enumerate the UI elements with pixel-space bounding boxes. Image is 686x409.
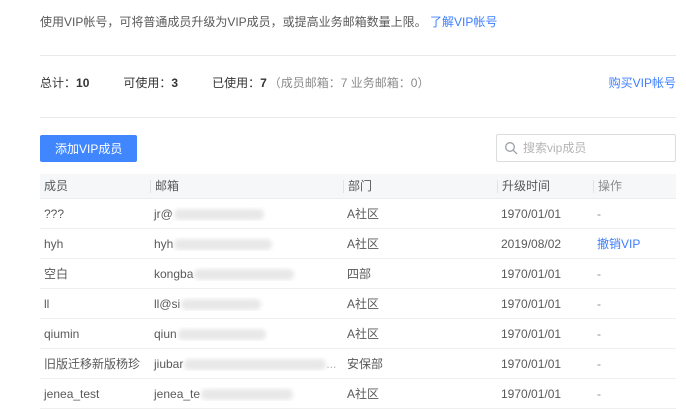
- col-email: 邮箱: [150, 180, 343, 193]
- row-action: -: [593, 387, 676, 401]
- redacted-email: [178, 329, 266, 340]
- upgrade-time: 1970/01/01: [497, 207, 593, 221]
- row-action[interactable]: 撤销VIP: [593, 235, 676, 252]
- member-name: jenea_test: [40, 387, 150, 401]
- col-dept: 部门: [343, 180, 497, 193]
- upgrade-time: 1970/01/01: [497, 267, 593, 281]
- col-member: 成员: [40, 180, 150, 193]
- search-icon: [504, 141, 518, 155]
- upgrade-time: 1970/01/01: [497, 327, 593, 341]
- member-dept: A社区: [343, 325, 497, 342]
- intro-text: 使用VIP帐号，可将普通成员升级为VIP成员，或提高业务邮箱数量上限。 了解VI…: [0, 0, 686, 30]
- member-name: ll: [40, 297, 150, 311]
- upgrade-time: 1970/01/01: [497, 297, 593, 311]
- email-prefix: jr@: [154, 207, 173, 221]
- member-dept: A社区: [343, 385, 497, 402]
- stat-used: 已使用：7（成员邮箱：7 业务邮箱：0）: [212, 74, 429, 91]
- member-email: qiun: [150, 327, 343, 341]
- table-header: 成员 邮箱 部门 升级时间 操作: [40, 174, 676, 199]
- upgrade-time: 2019/08/02: [497, 237, 593, 251]
- row-action: -: [593, 207, 676, 221]
- toolbar: 添加VIP成员: [40, 134, 676, 162]
- email-prefix: jenea_te: [154, 387, 200, 401]
- learn-vip-link[interactable]: 了解VIP帐号: [430, 15, 497, 29]
- email-prefix: jiubar: [154, 357, 183, 371]
- member-name: 空白: [40, 265, 150, 282]
- member-dept: A社区: [343, 235, 497, 252]
- row-action: -: [593, 357, 676, 371]
- stat-available: 可使用：3: [123, 74, 178, 91]
- member-email: hyh: [150, 237, 343, 251]
- upgrade-time: 1970/01/01: [497, 357, 593, 371]
- upgrade-time: 1970/01/01: [497, 387, 593, 401]
- stat-available-label: 可使用：: [123, 76, 171, 90]
- member-dept: A社区: [343, 205, 497, 222]
- vip-members-table: 成员 邮箱 部门 升级时间 操作 ??? jr@ A社区 1970/01/01 …: [40, 174, 676, 409]
- stat-available-value: 3: [171, 76, 178, 90]
- stat-used-detail: （成员邮箱：7 业务邮箱：0）: [269, 76, 430, 90]
- member-email: ll@si: [150, 297, 343, 311]
- stats-bar: 总计：10 可使用：3 已使用：7（成员邮箱：7 业务邮箱：0） 购买VIP帐号: [0, 56, 686, 117]
- stat-used-value: 7: [260, 76, 267, 90]
- table-body: ??? jr@ A社区 1970/01/01 - hyh hyh A社区 201…: [40, 199, 676, 409]
- member-email: jenea_te: [150, 387, 343, 401]
- redacted-email: [181, 299, 261, 310]
- redacted-email: [174, 239, 272, 250]
- table-row: ll ll@si A社区 1970/01/01 -: [40, 289, 676, 319]
- stat-used-label: 已使用：: [212, 76, 260, 90]
- stat-total: 总计：10: [40, 74, 89, 91]
- member-email: kongba: [150, 267, 343, 281]
- member-name: qiumin: [40, 327, 150, 341]
- member-email: jiubar...: [150, 357, 343, 371]
- member-dept: 四部: [343, 265, 497, 282]
- redacted-email: [194, 269, 294, 280]
- member-name: ???: [40, 207, 150, 221]
- search-box: [496, 134, 676, 162]
- member-name: 旧版迁移新版杨珍: [40, 355, 150, 372]
- email-ellipsis: ...: [326, 357, 336, 371]
- email-prefix: qiun: [154, 327, 177, 341]
- table-row: qiumin qiun A社区 1970/01/01 -: [40, 319, 676, 349]
- table-row: 旧版迁移新版杨珍 jiubar... 安保部 1970/01/01 -: [40, 349, 676, 379]
- redacted-email: [201, 389, 293, 400]
- redacted-email: [174, 209, 264, 220]
- table-row: jenea_test jenea_te A社区 1970/01/01 -: [40, 379, 676, 409]
- stat-total-label: 总计：: [40, 76, 76, 90]
- email-prefix: hyh: [154, 237, 173, 251]
- redacted-email: [184, 359, 326, 370]
- member-dept: A社区: [343, 295, 497, 312]
- search-input[interactable]: [496, 134, 676, 162]
- col-time: 升级时间: [497, 180, 593, 193]
- row-action: -: [593, 327, 676, 341]
- member-name: hyh: [40, 237, 150, 251]
- email-prefix: ll@si: [154, 297, 180, 311]
- buy-vip-link[interactable]: 购买VIP帐号: [609, 74, 676, 91]
- table-row: 空白 kongba 四部 1970/01/01 -: [40, 259, 676, 289]
- stat-total-value: 10: [76, 76, 89, 90]
- divider-stats: [40, 117, 676, 118]
- table-row: ??? jr@ A社区 1970/01/01 -: [40, 199, 676, 229]
- email-prefix: kongba: [154, 267, 193, 281]
- add-vip-button[interactable]: 添加VIP成员: [40, 135, 137, 162]
- row-action: -: [593, 297, 676, 311]
- col-action: 操作: [593, 180, 676, 193]
- member-email: jr@: [150, 207, 343, 221]
- member-dept: 安保部: [343, 355, 497, 372]
- intro-description: 使用VIP帐号，可将普通成员升级为VIP成员，或提高业务邮箱数量上限。: [40, 15, 427, 29]
- table-row: hyh hyh A社区 2019/08/02 撤销VIP: [40, 229, 676, 259]
- row-action: -: [593, 267, 676, 281]
